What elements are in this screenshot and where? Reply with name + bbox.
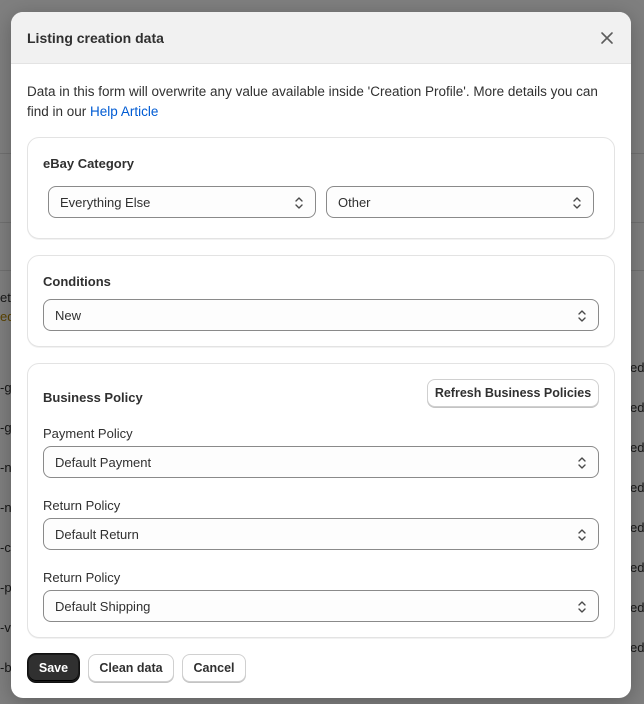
conditions-card: Conditions New: [27, 255, 615, 347]
chevron-up-down-icon: [578, 310, 586, 322]
shipping-policy-label: Return Policy: [43, 570, 121, 585]
ebay-category-primary-value: Everything Else: [60, 194, 151, 210]
refresh-business-policies-button[interactable]: Refresh Business Policies: [427, 379, 599, 407]
ebay-category-secondary-select[interactable]: Other: [326, 186, 594, 218]
business-policy-card: Business Policy Refresh Business Policie…: [27, 363, 615, 638]
shipping-policy-value: Default Shipping: [55, 598, 151, 614]
conditions-title: Conditions: [43, 274, 111, 289]
modal-header: Listing creation data: [11, 12, 631, 64]
return-policy-select[interactable]: Default Return: [43, 518, 599, 550]
chevron-up-down-icon: [578, 457, 586, 469]
chevron-up-down-icon: [578, 529, 586, 541]
ebay-category-secondary-value: Other: [338, 194, 371, 210]
ebay-category-card: eBay Category Everything Else Other: [27, 137, 615, 239]
ebay-category-primary-select[interactable]: Everything Else: [48, 186, 316, 218]
chevron-up-down-icon: [295, 197, 303, 209]
modal-body: Data in this form will overwrite any val…: [11, 64, 631, 122]
chevron-up-down-icon: [573, 197, 581, 209]
close-icon: [601, 32, 613, 44]
modal-title: Listing creation data: [27, 29, 164, 46]
save-button[interactable]: Save: [28, 654, 79, 682]
return-policy-label: Return Policy: [43, 498, 121, 513]
chevron-up-down-icon: [578, 601, 586, 613]
intro-text: Data in this form will overwrite any val…: [27, 82, 615, 122]
payment-policy-label: Payment Policy: [43, 426, 133, 441]
payment-policy-select[interactable]: Default Payment: [43, 446, 599, 478]
business-policy-title: Business Policy: [43, 390, 143, 405]
listing-creation-modal: Listing creation data Data in this form …: [11, 12, 631, 698]
clean-data-button[interactable]: Clean data: [88, 654, 174, 682]
payment-policy-value: Default Payment: [55, 454, 152, 470]
ebay-category-title: eBay Category: [43, 156, 135, 171]
conditions-value: New: [55, 307, 82, 323]
close-button[interactable]: [595, 26, 619, 50]
return-policy-value: Default Return: [55, 526, 139, 542]
cancel-button[interactable]: Cancel: [182, 654, 246, 682]
help-article-link[interactable]: Help Article: [90, 104, 158, 119]
shipping-policy-select[interactable]: Default Shipping: [43, 590, 599, 622]
conditions-select[interactable]: New: [43, 299, 599, 331]
